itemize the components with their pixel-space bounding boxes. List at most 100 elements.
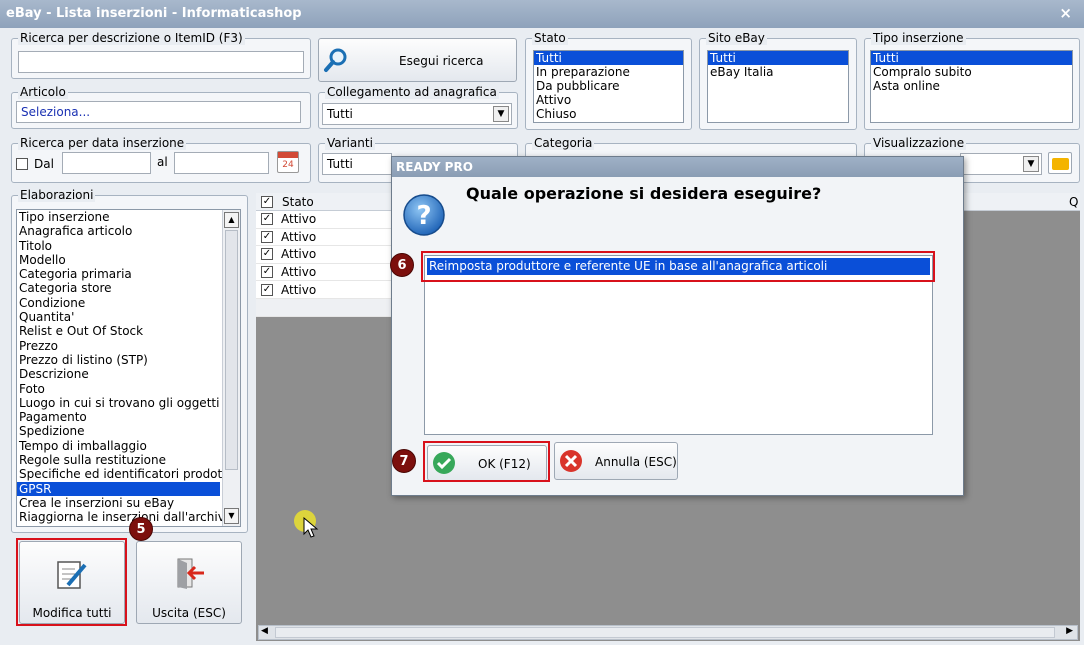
collegamento-select[interactable]: Tutti ▼ [322,103,512,125]
list-item[interactable]: Titolo [17,239,220,253]
list-item[interactable]: Categoria primaria [17,267,220,281]
list-item[interactable]: Foto [17,382,220,396]
table-row[interactable]: ✓ Attivo [256,211,396,229]
elaborazioni-list[interactable]: Tipo inserzione Anagrafica articolo Titolo… [16,209,241,527]
horizontal-scrollbar[interactable]: ◀ ▶ [258,625,1078,640]
svg-text:?: ? [416,201,431,231]
list-item[interactable]: Crea le inserzioni su eBay [17,496,220,510]
al-input[interactable] [174,152,269,174]
table-row[interactable]: ✓ Attivo [256,264,396,282]
list-item[interactable]: In preparazione [534,65,683,79]
scroll-thumb[interactable] [225,230,238,470]
list-item[interactable]: Anagrafica articolo [17,224,220,238]
list-item[interactable]: Tempo di imballaggio [17,439,220,453]
row-checkbox[interactable]: ✓ [261,213,273,226]
cancel-button[interactable]: Annulla (ESC) [554,442,678,480]
operation-dialog: READY PRO ? Quale operazione si desidera… [391,156,964,496]
list-item[interactable]: Relist e Out Of Stock [17,324,220,338]
scroll-right-icon[interactable]: ▶ [1066,626,1073,636]
calendar-icon[interactable]: 24 [277,151,299,173]
list-item[interactable]: Compralo subito [871,65,1072,79]
list-item[interactable]: Condizione [17,296,220,310]
table-row[interactable]: ✓ Attivo [256,281,396,299]
step-badge-6: 6 [390,253,414,277]
list-item[interactable]: GPSR [17,481,220,496]
list-item[interactable]: Quantita' [17,310,220,324]
list-item[interactable]: Tutti [871,51,1072,65]
visualizzazione-select[interactable]: ▼ [960,153,1042,175]
col-stato-header: Stato [282,195,314,209]
header-checkbox[interactable]: ✓ [261,196,273,208]
search-button-label: Esegui ricerca [399,54,484,68]
dal-checkbox[interactable] [16,158,28,170]
scroll-down-icon[interactable]: ▼ [224,508,239,524]
step-badge-5: 5 [129,517,153,541]
dialog-title: READY PRO [392,157,963,177]
list-item[interactable]: Tutti [534,51,683,65]
row-checkbox[interactable]: ✓ [261,283,273,296]
highlight-box-ok [423,441,550,482]
folder-icon[interactable] [1048,152,1072,174]
varianti-value: Tutti [327,157,353,171]
list-item[interactable]: Prezzo [17,339,220,353]
table-row[interactable]: ✓ Attivo [256,229,396,247]
uscita-label: Uscita (ESC) [152,606,226,620]
search-button[interactable]: Esegui ricerca [318,38,517,82]
row-checkbox[interactable]: ✓ [261,248,273,261]
stato-list[interactable]: Tutti In preparazione Da pubblicare Atti… [533,50,684,123]
grid-rows: ✓ Attivo ✓ Attivo ✓ Attivo ✓ Attivo ✓ Attivo [256,211,396,317]
search-icon [324,48,347,72]
list-item[interactable]: Prezzo di listino (STP) [17,353,220,367]
tipo-label: Tipo inserzione [871,31,966,45]
list-item[interactable]: Pagamento [17,410,220,424]
collegamento-label: Collegamento ad anagrafica [325,85,499,99]
table-row[interactable]: ✓ Attivo [256,246,396,264]
close-icon[interactable]: × [1059,4,1072,22]
list-item[interactable]: Categoria store [17,281,220,295]
sito-label: Sito eBay [706,31,767,45]
row-checkbox[interactable]: ✓ [261,266,273,279]
list-item[interactable]: Modello [17,253,220,267]
sito-list[interactable]: Tutti eBay Italia [707,50,849,123]
uscita-button[interactable]: Uscita (ESC) [136,541,242,624]
varianti-select[interactable]: Tutti [322,153,392,175]
articolo-input[interactable]: Seleziona... [16,101,301,123]
row-stato: Attivo [281,265,317,280]
scroll-left-icon[interactable]: ◀ [261,626,268,636]
list-item[interactable]: Tipo inserzione [17,210,220,224]
scroll-thumb[interactable] [275,627,1055,638]
row-checkbox[interactable]: ✓ [261,230,273,243]
categoria-label: Categoria [532,136,595,150]
list-item[interactable]: Da pubblicare [534,79,683,93]
option-list[interactable]: Reimposta produttore e referente UE in b… [424,255,933,435]
list-item[interactable]: Asta online [871,79,1072,93]
search-input[interactable] [18,51,304,73]
list-item[interactable]: Regole sulla restituzione [17,453,220,467]
step-badge-7: 7 [392,449,416,473]
list-item[interactable]: Descrizione [17,367,220,381]
chevron-down-icon[interactable]: ▼ [493,106,509,122]
window-titlebar: eBay - Lista inserzioni - Informaticasho… [0,0,1084,28]
list-item[interactable]: Chiuso [534,107,683,121]
highlight-box-option [421,251,935,282]
row-stato: Attivo [281,212,317,227]
list-item[interactable]: eBay Italia [708,65,848,79]
list-item[interactable]: Luogo in cui si trovano gli oggetti [17,396,220,410]
dal-input[interactable] [62,152,151,174]
list-item[interactable]: Tutti [708,51,848,65]
tipo-list[interactable]: Tutti Compralo subito Asta online [870,50,1073,123]
al-label: al [157,155,168,169]
list-item[interactable]: Attivo [534,93,683,107]
calendar-day: 24 [282,160,294,170]
collegamento-value: Tutti [327,107,353,121]
row-stato: Attivo [281,282,317,297]
scroll-up-icon[interactable]: ▲ [224,212,239,228]
chevron-down-icon[interactable]: ▼ [1023,156,1039,172]
window-title: eBay - Lista inserzioni - Informaticasho… [6,6,302,21]
list-item[interactable]: Riaggiorna le inserzioni dall'archivio [17,510,235,524]
cancel-icon [560,450,582,472]
highlight-box-modifica [16,538,127,626]
scrollbar[interactable]: ▲ ▼ [222,210,240,526]
list-item[interactable]: Specifiche ed identificatori prodotto [17,467,234,481]
list-item[interactable]: Spedizione [17,424,220,438]
